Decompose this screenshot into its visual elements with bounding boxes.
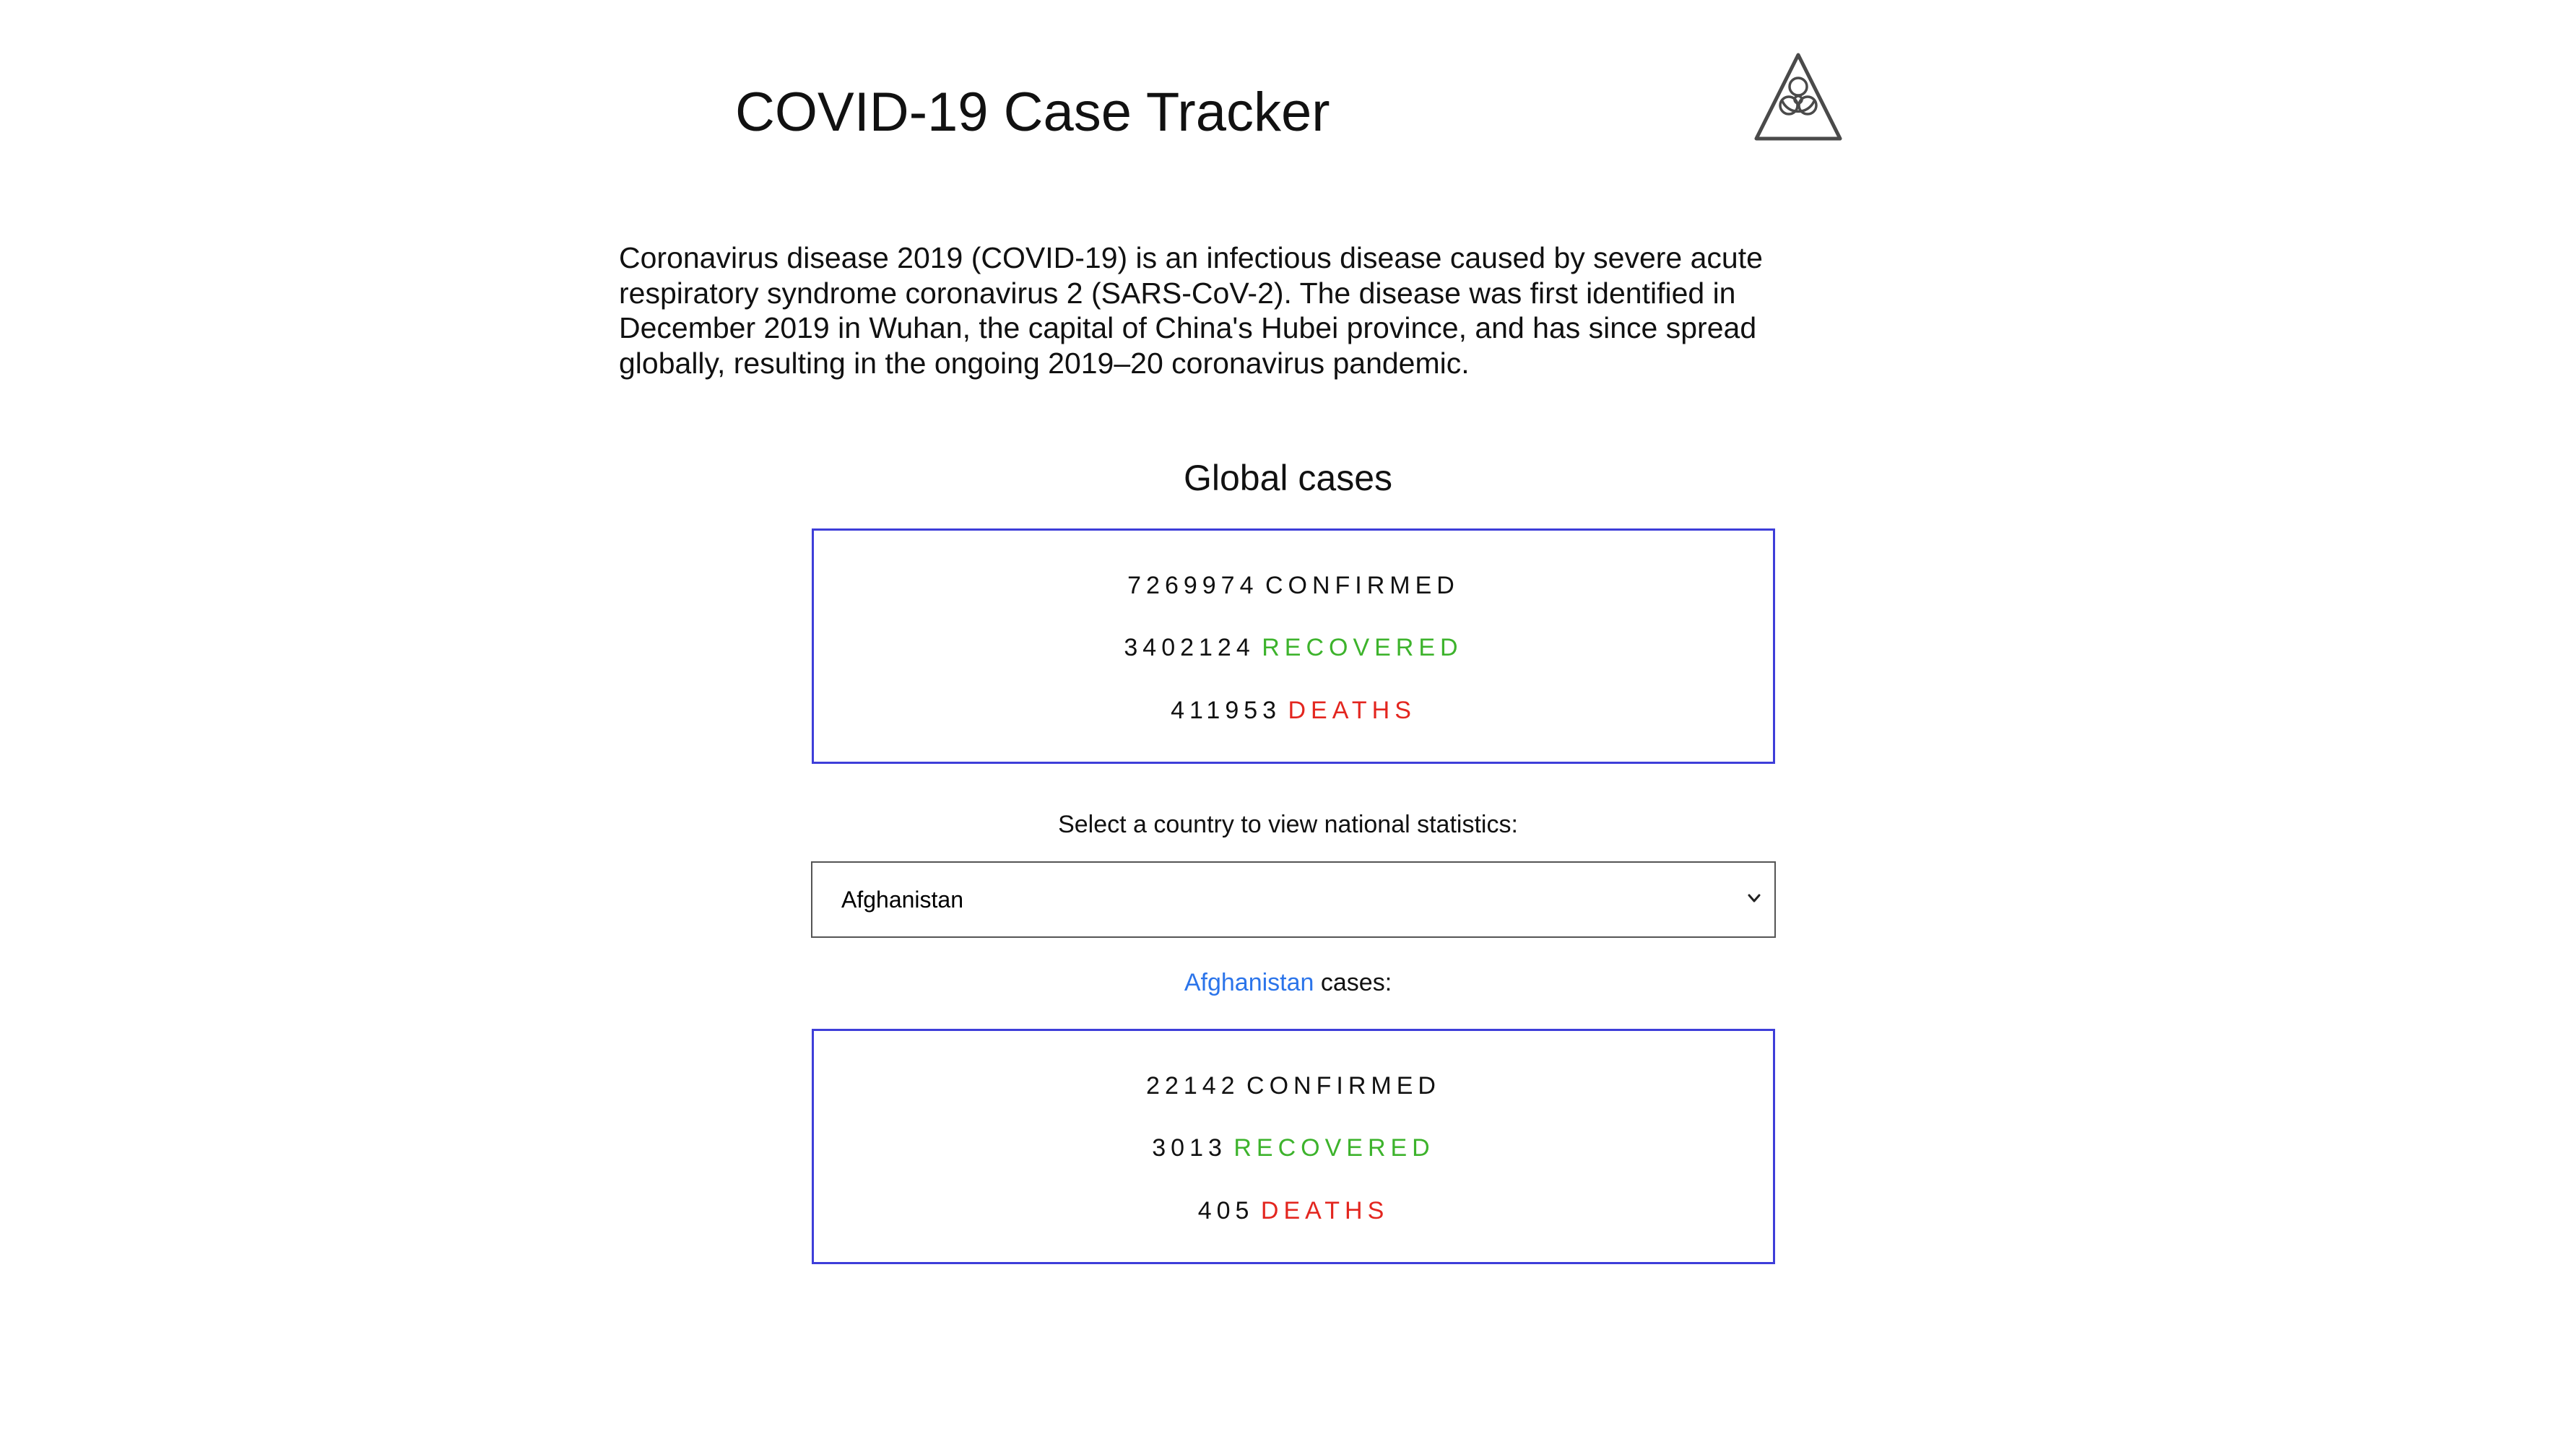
national-confirmed-label: CONFIRMED <box>1246 1072 1441 1100</box>
global-deaths-count: 411953 <box>1171 697 1282 724</box>
global-recovered-count: 3402124 <box>1124 634 1255 661</box>
global-cases-heading: Global cases <box>1183 458 1393 498</box>
global-confirmed-label: CONFIRMED <box>1265 572 1460 599</box>
global-stats-box: 7269974 CONFIRMED 3402124 RECOVERED 4119… <box>812 528 1775 764</box>
intro-text: Coronavirus disease 2019 (COVID-19) is a… <box>619 241 1763 380</box>
country-select-prompt: Select a country to view national statis… <box>1058 811 1518 838</box>
global-deaths-line: 411953 DEATHS <box>814 695 1773 726</box>
national-recovered-label: RECOVERED <box>1233 1134 1435 1162</box>
national-confirmed-line: 22142 CONFIRMED <box>814 1070 1773 1102</box>
global-recovered-line: 3402124 RECOVERED <box>814 632 1773 663</box>
national-stats-box: 22142 CONFIRMED 3013 RECOVERED 405 DEATH… <box>812 1029 1775 1264</box>
page-title: COVID-19 Case Tracker <box>735 82 1330 143</box>
country-cases-suffix: cases: <box>1320 969 1392 996</box>
global-deaths-label: DEATHS <box>1288 697 1416 724</box>
national-deaths-count: 405 <box>1197 1197 1254 1224</box>
global-confirmed-count: 7269974 <box>1127 572 1259 599</box>
country-select[interactable]: Afghanistan <box>811 861 1776 938</box>
country-cases-caption: Afghanistan cases: <box>0 965 2576 1000</box>
national-confirmed-count: 22142 <box>1146 1072 1240 1100</box>
national-recovered-count: 3013 <box>1152 1134 1227 1162</box>
country-select-value[interactable]: Afghanistan <box>841 863 963 936</box>
chevron-down-icon[interactable] <box>1747 889 1761 909</box>
national-deaths-label: DEATHS <box>1260 1197 1389 1224</box>
biohazard-icon <box>1754 53 1842 141</box>
page: COVID-19 Case Tracker Coronavirus diseas… <box>0 0 2576 1449</box>
national-recovered-line: 3013 RECOVERED <box>814 1132 1773 1164</box>
global-confirmed-line: 7269974 CONFIRMED <box>814 570 1773 601</box>
national-deaths-line: 405 DEATHS <box>814 1195 1773 1227</box>
country-link[interactable]: Afghanistan <box>1184 969 1314 996</box>
global-recovered-label: RECOVERED <box>1262 634 1463 661</box>
